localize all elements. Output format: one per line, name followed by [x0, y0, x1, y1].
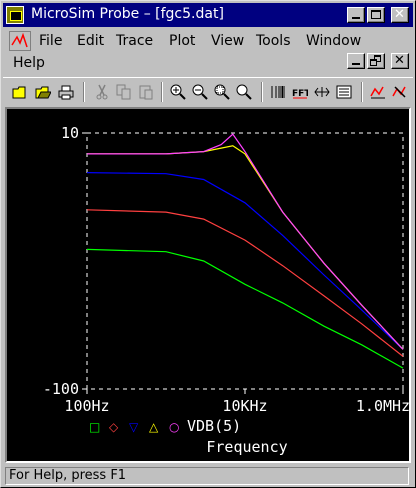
paste-icon — [139, 85, 153, 100]
menu-bar: File Edit Trace Plot View Tools Window H… — [3, 29, 413, 75]
close-button[interactable]: ✕ — [391, 7, 409, 23]
zoom-out-button[interactable] — [189, 81, 211, 103]
title-bar[interactable]: MicroSim Probe – [fgc5.dat] ✕ — [3, 3, 413, 27]
x-axis-label: Frequency — [206, 438, 287, 456]
performance-analysis-icon — [314, 87, 330, 97]
minimize-icon — [352, 17, 360, 19]
menu-window[interactable]: Window — [306, 31, 361, 51]
log-axis-icon — [271, 86, 285, 98]
y-tick-label: -100 — [43, 380, 79, 398]
zoom-in-icon — [170, 84, 186, 100]
add-trace-button[interactable] — [367, 81, 389, 103]
copy-button[interactable] — [113, 81, 135, 103]
open-folder-icon — [35, 86, 51, 99]
open-file-button[interactable] — [9, 81, 31, 103]
status-text: For Help, press F1 — [5, 467, 409, 485]
series-line — [86, 248, 404, 369]
minimize-button[interactable] — [347, 7, 365, 23]
legend-marker: ○ — [169, 420, 179, 434]
maximize-button[interactable] — [367, 7, 385, 23]
zoom-fit-button[interactable] — [233, 81, 255, 103]
toolbar: FFT — [3, 77, 413, 105]
x-tick-label: 100Hz — [64, 397, 109, 415]
doc-minimize-button[interactable] — [347, 53, 365, 69]
zoom-out-icon — [192, 84, 208, 100]
trace-icon — [370, 86, 385, 99]
legend-marker: □ — [89, 420, 100, 434]
menu-tools[interactable]: Tools — [256, 31, 291, 51]
probe-window: MicroSim Probe – [fgc5.dat] ✕ File Edit … — [0, 0, 416, 488]
probe-plot[interactable]: 10 -100 100Hz 10KHz 1.0MHz VDB(5) Freque… — [5, 107, 411, 463]
mark-trace-button[interactable] — [389, 81, 411, 103]
window-title: MicroSim Probe – [fgc5.dat] — [31, 6, 224, 22]
series-line — [86, 172, 404, 350]
y-tick-label: 10 — [61, 124, 79, 142]
series-line — [87, 133, 404, 350]
legend-expression: VDB(5) — [187, 417, 241, 435]
menu-view[interactable]: View — [211, 31, 244, 51]
minimize-icon — [352, 63, 360, 65]
copy-icon — [116, 84, 131, 100]
zoom-area-button[interactable] — [211, 81, 233, 103]
log-x-axis-button[interactable] — [267, 81, 289, 103]
open-file-icon — [12, 86, 26, 99]
close-icon: ✕ — [394, 7, 405, 22]
chart-canvas: 10 -100 100Hz 10KHz 1.0MHz VDB(5) Freque… — [43, 124, 409, 456]
eval-goal-button[interactable] — [333, 81, 355, 103]
x-tick-label: 10KHz — [222, 397, 267, 415]
doc-restore-button[interactable] — [367, 53, 385, 69]
menu-help[interactable]: Help — [13, 53, 45, 73]
maximize-icon — [371, 10, 381, 19]
legend-marker: ▽ — [129, 420, 139, 434]
fft-button[interactable]: FFT — [289, 81, 311, 103]
menu-edit[interactable]: Edit — [77, 31, 104, 51]
plot-border — [86, 132, 404, 390]
mark-trace-icon — [392, 86, 406, 98]
legend-marker: △ — [149, 420, 159, 434]
zoom-in-button[interactable] — [167, 81, 189, 103]
menu-file[interactable]: File — [39, 31, 62, 51]
legend-marker: ◇ — [109, 420, 119, 434]
scissors-icon — [96, 84, 108, 100]
performance-analysis-button[interactable] — [311, 81, 333, 103]
cut-button[interactable] — [91, 81, 113, 103]
menu-plot[interactable]: Plot — [169, 31, 195, 51]
status-bar: For Help, press F1 — [3, 465, 413, 485]
series-line — [86, 209, 404, 357]
doc-close-button[interactable]: ✕ — [391, 53, 409, 69]
open-folder-button[interactable] — [32, 81, 54, 103]
printer-icon — [58, 85, 74, 100]
close-icon: ✕ — [394, 53, 405, 68]
document-icon[interactable] — [9, 31, 31, 51]
zoom-fit-icon — [236, 84, 252, 100]
menu-trace[interactable]: Trace — [116, 31, 153, 51]
x-tick-label: 1.0MHz — [356, 397, 409, 415]
fft-icon: FFT — [292, 89, 308, 99]
list-icon — [336, 85, 352, 99]
print-button[interactable] — [55, 81, 77, 103]
app-icon[interactable] — [6, 6, 24, 24]
paste-button[interactable] — [135, 81, 157, 103]
zoom-area-icon — [214, 84, 230, 100]
